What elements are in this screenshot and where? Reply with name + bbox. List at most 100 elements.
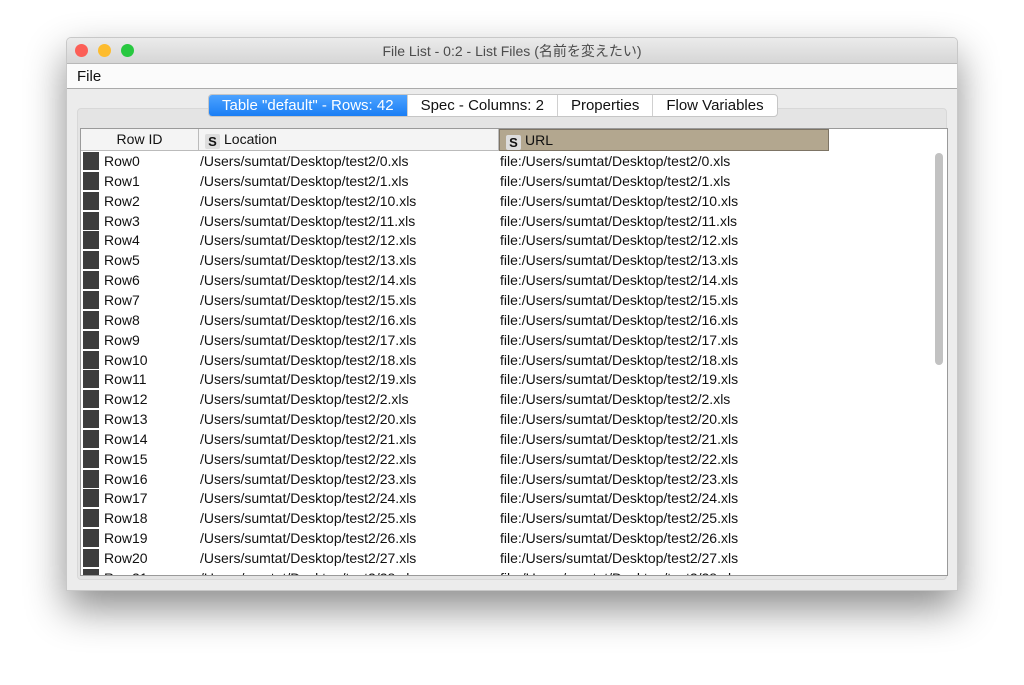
location-cell: /Users/sumtat/Desktop/test2/11.xls xyxy=(200,212,416,229)
location-cell: /Users/sumtat/Desktop/test2/25.xls xyxy=(200,510,417,527)
url-cell: file:/Users/sumtat/Desktop/test2/22.xls xyxy=(500,450,739,467)
header-location-label: Location xyxy=(224,131,277,147)
row-id: Row10 xyxy=(104,351,148,368)
table-row[interactable]: Row1/Users/sumtat/Desktop/test2/1.xls fil… xyxy=(81,171,931,191)
table-row[interactable]: Row0/Users/sumtat/Desktop/test2/0.xls fil… xyxy=(81,151,931,171)
location-cell: /Users/sumtat/Desktop/test2/23.xls xyxy=(200,470,417,487)
location-cell: /Users/sumtat/Desktop/test2/12.xls xyxy=(200,232,417,249)
location-cell: /Users/sumtat/Desktop/test2/24.xls xyxy=(200,490,417,507)
url-cell: file:/Users/sumtat/Desktop/test2/21.xls xyxy=(500,430,739,447)
url-cell: file:/Users/sumtat/Desktop/test2/12.xls xyxy=(500,232,739,249)
row-marker xyxy=(83,271,99,290)
table-row[interactable]: Row20/Users/sumtat/Desktop/test2/27.xls f… xyxy=(81,548,931,568)
row-id: Row1 xyxy=(104,172,140,189)
row-marker xyxy=(83,191,99,210)
url-cell: file:/Users/sumtat/Desktop/test2/25.xls xyxy=(500,510,739,527)
row-id: Row11 xyxy=(104,371,147,388)
url-cell: file:/Users/sumtat/Desktop/test2/20.xls xyxy=(500,411,739,428)
location-cell: /Users/sumtat/Desktop/test2/20.xls xyxy=(200,411,417,428)
table-row[interactable]: Row10/Users/sumtat/Desktop/test2/18.xls f… xyxy=(81,350,931,370)
row-marker xyxy=(83,231,99,250)
row-id: Row20 xyxy=(104,550,148,566)
table-row[interactable]: Row19/Users/sumtat/Desktop/test2/26.xls f… xyxy=(81,528,931,548)
table-row[interactable]: Row18/Users/sumtat/Desktop/test2/25.xls f… xyxy=(81,508,931,528)
location-cell: /Users/sumtat/Desktop/test2/19.xls xyxy=(200,371,417,388)
url-cell: file:/Users/sumtat/Desktop/test2/26.xls xyxy=(500,530,739,547)
url-cell: file:/Users/sumtat/Desktop/test2/19.xls xyxy=(500,371,739,388)
table-row[interactable]: Row15/Users/sumtat/Desktop/test2/22.xls f… xyxy=(81,449,931,469)
table-row[interactable]: Row21/Users/sumtat/Desktop/test2/28.xls f… xyxy=(81,568,931,575)
data-table: Row ID S Location S URL Row0/Users/sumtat/… xyxy=(80,128,948,576)
minimize-button[interactable] xyxy=(98,44,111,57)
table-row[interactable]: Row5/Users/sumtat/Desktop/test2/13.xls fi… xyxy=(81,250,931,270)
string-type-icon: S xyxy=(205,134,220,149)
tab-spec[interactable]: Spec - Columns: 2 xyxy=(408,95,558,116)
row-marker xyxy=(83,152,99,170)
location-cell: /Users/sumtat/Desktop/test2/15.xls xyxy=(200,291,417,308)
url-cell: file:/Users/sumtat/Desktop/test2/15.xls xyxy=(500,291,739,308)
location-cell: /Users/sumtat/Desktop/test2/1.xls xyxy=(200,172,409,189)
row-marker xyxy=(83,549,99,567)
tab-table[interactable]: Table "default" - Rows: 42 xyxy=(209,95,408,116)
row-marker xyxy=(83,469,99,488)
row-marker xyxy=(83,251,99,270)
menu-file[interactable]: File xyxy=(77,68,101,85)
header-row-id[interactable]: Row ID xyxy=(81,129,199,151)
table-row[interactable]: Row3/Users/sumtat/Desktop/test2/11.xls fi… xyxy=(81,211,931,231)
table-row[interactable]: Row4/Users/sumtat/Desktop/test2/12.xls fi… xyxy=(81,230,931,250)
row-marker xyxy=(83,370,99,389)
url-cell: file:/Users/sumtat/Desktop/test2/13.xls xyxy=(500,252,739,269)
tab-flow-variables[interactable]: Flow Variables xyxy=(653,95,776,116)
vertical-scrollbar[interactable] xyxy=(935,153,943,365)
table-row[interactable]: Row14/Users/sumtat/Desktop/test2/21.xls f… xyxy=(81,429,931,449)
url-cell: file:/Users/sumtat/Desktop/test2/27.xls xyxy=(500,550,739,566)
header-url[interactable]: S URL xyxy=(499,129,829,151)
menu-bar: File xyxy=(67,64,957,89)
location-cell: /Users/sumtat/Desktop/test2/17.xls xyxy=(200,331,417,348)
table-row[interactable]: Row2/Users/sumtat/Desktop/test2/10.xls fi… xyxy=(81,191,931,211)
maximize-button[interactable] xyxy=(121,44,134,57)
row-id: Row15 xyxy=(104,450,148,467)
title-bar: File List - 0:2 - List Files (名前を変えたい) xyxy=(67,38,957,64)
row-marker xyxy=(83,310,99,329)
location-cell: /Users/sumtat/Desktop/test2/14.xls xyxy=(200,272,417,289)
location-cell: /Users/sumtat/Desktop/test2/26.xls xyxy=(200,530,417,547)
url-cell: file:/Users/sumtat/Desktop/test2/10.xls xyxy=(500,192,739,209)
table-row[interactable]: Row6/Users/sumtat/Desktop/test2/14.xls fi… xyxy=(81,270,931,290)
tab-bar: Table "default" - Rows: 42 Spec - Column… xyxy=(208,94,778,117)
location-cell: /Users/sumtat/Desktop/test2/0.xls xyxy=(200,153,409,169)
table-row[interactable]: Row17/Users/sumtat/Desktop/test2/24.xls f… xyxy=(81,488,931,508)
window-title: File List - 0:2 - List Files (名前を変えたい) xyxy=(382,43,642,59)
row-id: Row17 xyxy=(104,490,148,507)
close-button[interactable] xyxy=(75,44,88,57)
row-marker xyxy=(83,429,99,448)
table-row[interactable]: Row9/Users/sumtat/Desktop/test2/17.xls fi… xyxy=(81,330,931,350)
table-row[interactable]: Row11/Users/sumtat/Desktop/test2/19.xls f… xyxy=(81,369,931,389)
row-id: Row2 xyxy=(104,192,140,209)
url-cell: file:/Users/sumtat/Desktop/test2/16.xls xyxy=(500,311,739,328)
row-id: Row14 xyxy=(104,430,148,447)
table-row[interactable]: Row7/Users/sumtat/Desktop/test2/15.xls fi… xyxy=(81,290,931,310)
table-row[interactable]: Row12/Users/sumtat/Desktop/test2/2.xls fi… xyxy=(81,389,931,409)
header-location[interactable]: S Location xyxy=(199,129,499,151)
tab-properties[interactable]: Properties xyxy=(558,95,654,116)
row-id: Row16 xyxy=(104,470,148,487)
row-marker xyxy=(83,509,99,528)
row-marker xyxy=(83,330,99,349)
row-id: Row9 xyxy=(104,331,140,348)
row-id: Row21 xyxy=(104,568,148,575)
table-row[interactable]: Row8/Users/sumtat/Desktop/test2/16.xls fi… xyxy=(81,310,931,330)
row-marker xyxy=(83,390,99,409)
row-id: Row18 xyxy=(104,510,148,527)
header-url-label: URL xyxy=(525,132,554,148)
table-row[interactable]: Row13/Users/sumtat/Desktop/test2/20.xls f… xyxy=(81,409,931,429)
url-cell: file:/Users/sumtat/Desktop/test2/1.xls xyxy=(500,172,731,189)
table-row[interactable]: Row16/Users/sumtat/Desktop/test2/23.xls f… xyxy=(81,469,931,489)
url-cell: file:/Users/sumtat/Desktop/test2/14.xls xyxy=(500,272,739,289)
row-marker xyxy=(83,171,99,190)
location-cell: /Users/sumtat/Desktop/test2/28.xls xyxy=(200,568,416,575)
url-cell: file:/Users/sumtat/Desktop/test2/0.xls xyxy=(500,153,731,169)
row-id: Row8 xyxy=(104,311,140,328)
location-cell: /Users/sumtat/Desktop/test2/21.xls xyxy=(200,430,417,447)
row-id: Row19 xyxy=(104,530,148,547)
